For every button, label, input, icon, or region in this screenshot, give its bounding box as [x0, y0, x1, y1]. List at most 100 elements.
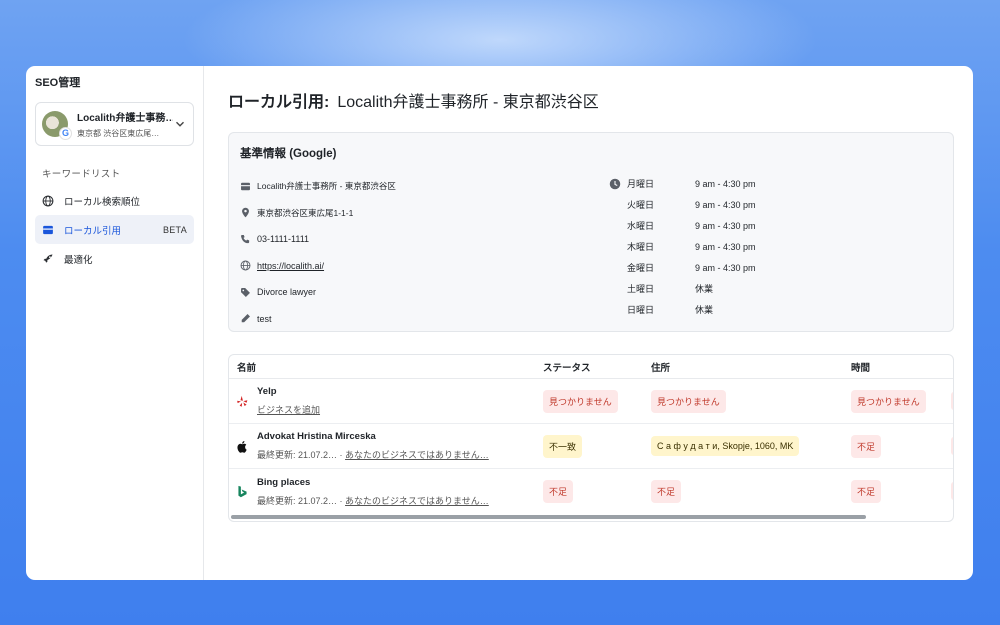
pencil-icon — [240, 313, 251, 324]
sidebar-item-local-citations[interactable]: ローカル引用 BETA — [35, 215, 194, 244]
map-pin-icon — [240, 207, 251, 218]
hours-time: 9 am - 4:30 pm — [695, 241, 756, 252]
hours-row: 金曜日 9 am - 4:30 pm — [609, 257, 756, 278]
hours-time: 休業 — [695, 284, 714, 294]
hours-day: 土曜日 — [627, 284, 655, 294]
table-row[interactable]: Advokat Hristina Mirceska 最終更新: 21.07.2…… — [229, 424, 953, 469]
next-column-badge — [951, 482, 953, 500]
page-title-prefix: ローカル引用: — [228, 94, 330, 111]
page-title-business: Localith弁護士事務所 - 東京都渋谷区 — [337, 94, 599, 111]
tag-icon — [240, 287, 251, 298]
info-business-name: Localith弁護士事務所 - 東京都渋谷区 — [257, 181, 396, 192]
header-hours: 時間 — [851, 362, 871, 374]
bing-icon — [235, 485, 249, 499]
business-selector[interactable]: G Localith弁護士事務… 東京都 渋谷区東広尾… — [35, 102, 194, 146]
add-business-link[interactable]: ビジネスを追加 — [257, 405, 320, 415]
citations-table: 名前 ステータス 住所 時間 Yelp ビジネスを追加 見つかりません 見つかり… — [228, 354, 954, 522]
hours-row: 火曜日 9 am - 4:30 pm — [609, 194, 756, 215]
app-title: SEO管理 — [35, 77, 81, 89]
row-name: Advokat Hristina Mirceska — [257, 431, 376, 442]
business-hours: 月曜日 9 am - 4:30 pm 火曜日 9 am - 4:30 pm 水曜… — [609, 173, 756, 320]
hours-time: 9 am - 4:30 pm — [695, 220, 756, 231]
reference-info-card: 基準情報 (Google) Localith弁護士事務所 - 東京都渋谷区 東京… — [228, 132, 954, 332]
info-card-title: 基準情報 (Google) — [240, 148, 337, 160]
hours-time: 9 am - 4:30 pm — [695, 199, 756, 210]
status-badge: 見つかりません — [543, 389, 618, 413]
page-title: ローカル引用: Localith弁護士事務所 - 東京都渋谷区 — [228, 88, 954, 112]
info-note: test — [257, 313, 272, 324]
table-row[interactable]: Yelp ビジネスを追加 見つかりません 見つかりません 見つかりません — [229, 379, 953, 424]
sidebar-item-label: ローカル検索順位 — [64, 196, 141, 208]
header-name: 名前 — [237, 362, 257, 374]
hours-row: 木曜日 9 am - 4:30 pm — [609, 236, 756, 257]
info-category: Divorce lawyer — [257, 287, 317, 298]
info-website-link[interactable]: https://localith.ai/ — [257, 261, 324, 271]
hours-badge: 不足 — [851, 434, 882, 458]
address-badge: 見つかりません — [651, 389, 726, 413]
address-badge: 不足 — [651, 480, 682, 503]
header-address: 住所 — [651, 362, 671, 374]
yelp-icon — [235, 394, 249, 408]
hours-day: 水曜日 — [627, 221, 655, 231]
last-updated: 最終更新: 21.07.2… — [257, 450, 338, 460]
header-status: ステータス — [543, 362, 591, 374]
app-window: SEO管理 G Localith弁護士事務… 東京都 渋谷区東広尾… キーワード… — [26, 66, 973, 580]
hours-row: 日曜日 休業 — [609, 299, 756, 320]
phone-icon — [240, 234, 251, 245]
status-badge: 不一致 — [543, 434, 583, 458]
google-icon: G — [59, 127, 72, 140]
hours-day: 木曜日 — [627, 242, 655, 252]
globe-icon — [42, 195, 54, 207]
hours-badge: 不足 — [851, 480, 882, 503]
hours-badge: 見つかりません — [851, 389, 926, 413]
hours-day: 日曜日 — [627, 305, 655, 315]
not-your-business-link[interactable]: あなたのビジネスではありません… — [345, 496, 489, 506]
info-address: 東京都渋谷区東広尾1-1-1 — [257, 207, 354, 218]
hours-row: 土曜日 休業 — [609, 278, 756, 299]
sidebar-item-label: ローカル引用 — [64, 225, 122, 237]
info-phone-row: 03-1111-1111 — [240, 226, 396, 253]
hours-row: 水曜日 9 am - 4:30 pm — [609, 215, 756, 236]
store-icon — [42, 224, 54, 236]
business-name: Localith弁護士事務… — [77, 113, 173, 124]
hours-time: 9 am - 4:30 pm — [695, 178, 756, 189]
sidebar-item-label: 最適化 — [64, 254, 93, 266]
sidebar: SEO管理 G Localith弁護士事務… 東京都 渋谷区東広尾… キーワード… — [26, 66, 204, 580]
info-note-row: test — [240, 306, 396, 333]
row-name: Yelp — [257, 386, 277, 397]
address-badge: С а ф у д а т и, Skopje, 1060, MK — [651, 436, 800, 456]
beta-badge: BETA — [162, 224, 187, 235]
sidebar-item-local-rank[interactable]: ローカル検索順位 — [35, 186, 194, 215]
hours-time: 休業 — [695, 305, 714, 315]
info-phone: 03-1111-1111 — [257, 234, 310, 245]
store-icon — [240, 181, 251, 192]
horizontal-scrollbar[interactable] — [231, 515, 866, 519]
next-column-badge — [951, 437, 953, 455]
business-address: 東京都 渋谷区東広尾… — [77, 129, 160, 138]
keyword-list-label: キーワードリスト — [42, 169, 121, 180]
main-content: ローカル引用: Localith弁護士事務所 - 東京都渋谷区 基準情報 (Go… — [204, 66, 973, 580]
business-avatar: G — [42, 111, 72, 140]
sidebar-item-optimization[interactable]: 最適化 — [35, 244, 194, 273]
table-header: 名前 ステータス 住所 時間 — [229, 355, 953, 379]
info-name-row: Localith弁護士事務所 - 東京都渋谷区 — [240, 173, 396, 200]
table-row[interactable]: Bing places 最終更新: 21.07.2… · あなたのビジネスではあ… — [229, 469, 953, 514]
last-updated: 最終更新: 21.07.2… — [257, 495, 338, 506]
status-badge: 不足 — [543, 480, 574, 503]
globe-icon — [240, 260, 251, 271]
row-name: Bing places — [257, 476, 311, 488]
not-your-business-link[interactable]: あなたのビジネスではありません… — [345, 450, 489, 460]
hours-row: 月曜日 9 am - 4:30 pm — [609, 173, 756, 194]
hours-day: 月曜日 — [627, 179, 655, 189]
info-address-row: 東京都渋谷区東広尾1-1-1 — [240, 200, 396, 227]
info-category-row: Divorce lawyer — [240, 279, 396, 306]
info-details: Localith弁護士事務所 - 東京都渋谷区 東京都渋谷区東広尾1-1-1 0… — [240, 173, 396, 332]
next-column-badge — [951, 392, 953, 410]
apple-icon — [235, 439, 249, 453]
clock-icon — [609, 178, 621, 189]
rocket-icon — [42, 253, 54, 265]
chevron-down-icon — [176, 121, 184, 127]
info-website-row: https://localith.ai/ — [240, 253, 396, 280]
hours-day: 金曜日 — [627, 263, 655, 273]
hours-time: 9 am - 4:30 pm — [695, 262, 756, 273]
